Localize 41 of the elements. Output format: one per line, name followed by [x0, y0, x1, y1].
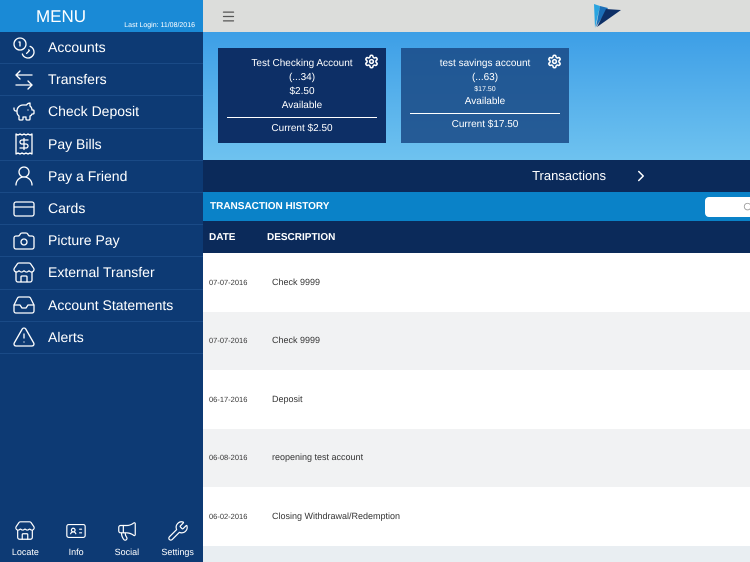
bottom-nav-button[interactable]: Locate: [1, 520, 50, 559]
search-icon: [743, 202, 750, 212]
transactions-link[interactable]: Transactions: [203, 160, 750, 192]
column-header: DESCRIPTION: [267, 230, 336, 244]
current-balance: Current $17.50: [452, 118, 518, 132]
description-cell-text: Check 9999: [272, 276, 320, 288]
menu-item[interactable]: Picture Pay: [0, 225, 203, 258]
column-header: DATE: [208, 230, 236, 244]
description-cell-text: Check 9999: [272, 334, 320, 347]
history-title: TRANSACTION HISTORY: [210, 200, 330, 214]
menu-item[interactable]: External Transfer: [0, 257, 203, 290]
description-cell: Closing Withdrawal/Redemption: [272, 510, 400, 523]
warning-icon: [12, 325, 36, 350]
menu-item[interactable]: Accounts: [0, 32, 203, 64]
store-icon: [14, 520, 36, 542]
account-amount: $2.50: [289, 85, 315, 99]
account-number: (...63): [472, 71, 498, 85]
megaphone-icon: [116, 520, 138, 542]
available-label: Available: [464, 95, 506, 109]
current-balance: Current $2.50: [271, 122, 333, 136]
search-field[interactable]: [705, 196, 750, 216]
settings-icon[interactable]: [547, 54, 562, 69]
settings-icon[interactable]: [364, 54, 379, 69]
logo-icon: [592, 3, 622, 29]
available-label: Available: [282, 99, 322, 113]
coins-icon: [12, 36, 36, 60]
store-icon: [12, 260, 36, 285]
bottom-nav-button[interactable]: Social: [102, 520, 151, 559]
menu-item[interactable]: Account Statements: [0, 290, 203, 322]
description-cell-text: reopening test account: [272, 451, 364, 464]
menu-title: MENU: [36, 8, 86, 25]
wrench-icon: [166, 520, 189, 542]
bottom-nav-button[interactable]: Info: [52, 520, 100, 559]
account-name: Test Checking Account: [251, 57, 353, 71]
bottom-nav-button[interactable]: Settings: [154, 520, 202, 559]
account-card[interactable]: Test Checking Account (...34) $2.50 Available Current $2.50: [218, 48, 386, 143]
menu-icon[interactable]: [221, 8, 236, 24]
account-number: (...34): [288, 71, 316, 85]
menu-item[interactable]: Pay Bills: [0, 128, 203, 161]
account-name: test savings account: [440, 57, 530, 71]
description-cell: Deposit: [272, 392, 303, 406]
